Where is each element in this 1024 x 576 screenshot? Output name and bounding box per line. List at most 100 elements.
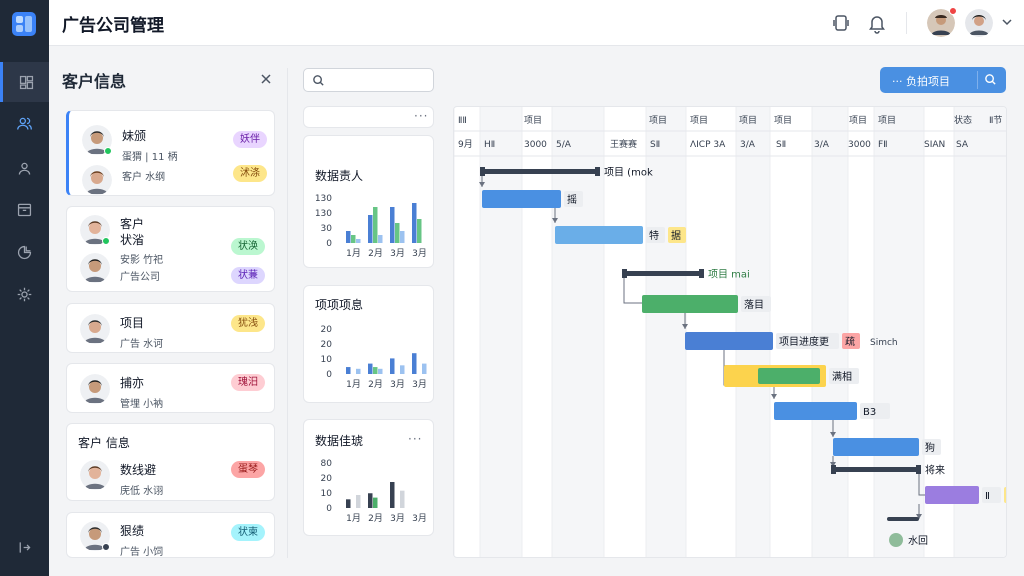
summary-bar-cap (622, 269, 627, 278)
customer-name: 项目 (120, 316, 145, 330)
chevron-down-icon[interactable] (1000, 15, 1014, 29)
customer-name: 捕亦 (120, 376, 145, 390)
avatar (80, 314, 110, 344)
sidebar-expand[interactable] (0, 527, 49, 567)
status-badge: 状蒹 (231, 267, 265, 284)
gantt-header-label: SⅡ (650, 140, 660, 150)
gantt-header-label: 王赛赛 (610, 138, 637, 150)
customer-name: 狠绩 (120, 524, 145, 538)
analytics-icon (17, 245, 32, 259)
gantt-header-label: FⅡ (878, 140, 888, 150)
status-badge: 状涣 (231, 238, 265, 255)
bar (373, 497, 378, 508)
status-badge: 妖伴 (233, 131, 267, 148)
customer-detail: 客户 水纲 (122, 172, 166, 183)
summary-bar-cap (595, 167, 600, 176)
bar (356, 239, 361, 243)
more-options-icon[interactable]: ··· (408, 432, 422, 446)
online-status-dot (102, 543, 110, 551)
customer-detail: 管埋 小衲 (120, 399, 164, 410)
task-bar[interactable] (555, 226, 643, 244)
bar (356, 495, 361, 508)
more-options-icon[interactable]: ··· (414, 109, 428, 123)
sidebar-item-analytics[interactable] (0, 232, 49, 272)
bell-icon[interactable] (866, 12, 888, 34)
page-title: 广告公司管理 (62, 16, 164, 36)
bar (378, 368, 383, 374)
customer-name: 数线避 (120, 463, 157, 477)
customer-detail: 广告 水诃 (120, 339, 164, 350)
task-label: 项目 (mok (604, 167, 653, 179)
user-avatar-2[interactable] (965, 9, 993, 37)
task-bar[interactable] (642, 295, 738, 313)
summary-bar[interactable] (833, 467, 919, 472)
customer-card[interactable]: 狠绩 广告 小饲 状柬 (66, 512, 275, 558)
x-tick-label: 2月 (368, 379, 383, 390)
bar (412, 203, 417, 243)
x-tick-label: 3月 (412, 379, 427, 390)
task-bar[interactable] (925, 486, 979, 504)
customer-card[interactable]: 客户 信息 数线避 庑低 水诩 蛋琴 (66, 423, 275, 501)
bar (368, 215, 373, 243)
task-bar[interactable] (774, 402, 857, 420)
gantt-header-label: 9月 (458, 139, 473, 150)
customer-detail: 广告公司 (120, 272, 160, 283)
customer-name: 妹颁 (122, 129, 147, 143)
status-badge: 瑰汨 (231, 374, 265, 391)
y-tick-label: 130 (315, 209, 332, 219)
x-tick-label: 1月 (346, 513, 361, 524)
search-icon (313, 75, 324, 86)
notification-dot (949, 7, 957, 15)
sidebar-item-settings[interactable] (0, 274, 49, 314)
close-icon[interactable] (258, 71, 274, 87)
online-status-dot (102, 237, 110, 245)
app-logo (12, 12, 36, 36)
bar (373, 367, 378, 374)
status-badge: 犹浅 (231, 315, 265, 332)
customer-card[interactable]: 妹颁 蛋猬 | 11 柄客户 水纲 妖伴 沭涤 (66, 110, 275, 196)
task-bar[interactable] (833, 438, 919, 456)
customers-icon (17, 117, 32, 130)
gantt-header-label: 项目 (849, 115, 867, 126)
bar (422, 363, 427, 374)
device-icon[interactable] (830, 12, 852, 34)
y-tick-label: 10 (321, 489, 333, 499)
gantt-column-shade (480, 107, 522, 557)
bar (373, 207, 378, 243)
task-badge-label: 据 (671, 229, 681, 242)
bar (378, 235, 383, 243)
customer-card[interactable]: 客户 状渻 安影 竹祀 广告公司 状涣 状蒹 (66, 206, 275, 292)
gantt-header-label: 项目 (649, 115, 667, 126)
sidebar (0, 0, 49, 576)
gantt-header-label: Ⅱ节 (989, 115, 1002, 126)
panel-divider (287, 68, 288, 558)
sidebar-item-team[interactable] (0, 148, 49, 188)
task-bar[interactable] (685, 332, 773, 350)
milestone-marker[interactable] (889, 533, 903, 547)
summary-bar[interactable] (482, 169, 598, 174)
task-bar[interactable] (482, 190, 561, 208)
bar (400, 365, 405, 374)
customer-panel-title: 客户信息 (62, 72, 127, 91)
x-tick-label: 1月 (346, 379, 361, 390)
customer-card[interactable]: 捕亦管埋 小衲 瑰汨 (66, 363, 275, 413)
top-header: 广告公司管理 (49, 0, 1024, 46)
bar (346, 367, 351, 374)
search-input[interactable] (330, 71, 430, 89)
y-tick-label: 0 (326, 370, 332, 380)
task-label: 水回 (908, 535, 928, 547)
sidebar-item-archive[interactable] (0, 189, 49, 229)
mini-chart-2: 0 10 20 20 1月 2月 3月 3月 (321, 325, 427, 390)
summary-bar[interactable] (624, 271, 702, 276)
online-status-dot (104, 147, 112, 155)
gantt-column-shade (812, 107, 848, 557)
customer-card[interactable]: 项目广告 水诃 犹浅 (66, 303, 275, 353)
gantt-action-button[interactable]: ··· 负拍项目 (880, 67, 1006, 93)
x-tick-label: 1月 (346, 248, 361, 259)
task-label: 将来 (925, 465, 945, 477)
sidebar-item-customers[interactable] (0, 103, 49, 143)
search-box[interactable] (303, 68, 434, 92)
mini-chart-card-2: 项项项息 0 10 20 20 1月 2月 3月 3月 (303, 285, 434, 403)
sidebar-item-dashboard[interactable] (0, 62, 49, 102)
y-tick-label: 0 (326, 504, 332, 514)
